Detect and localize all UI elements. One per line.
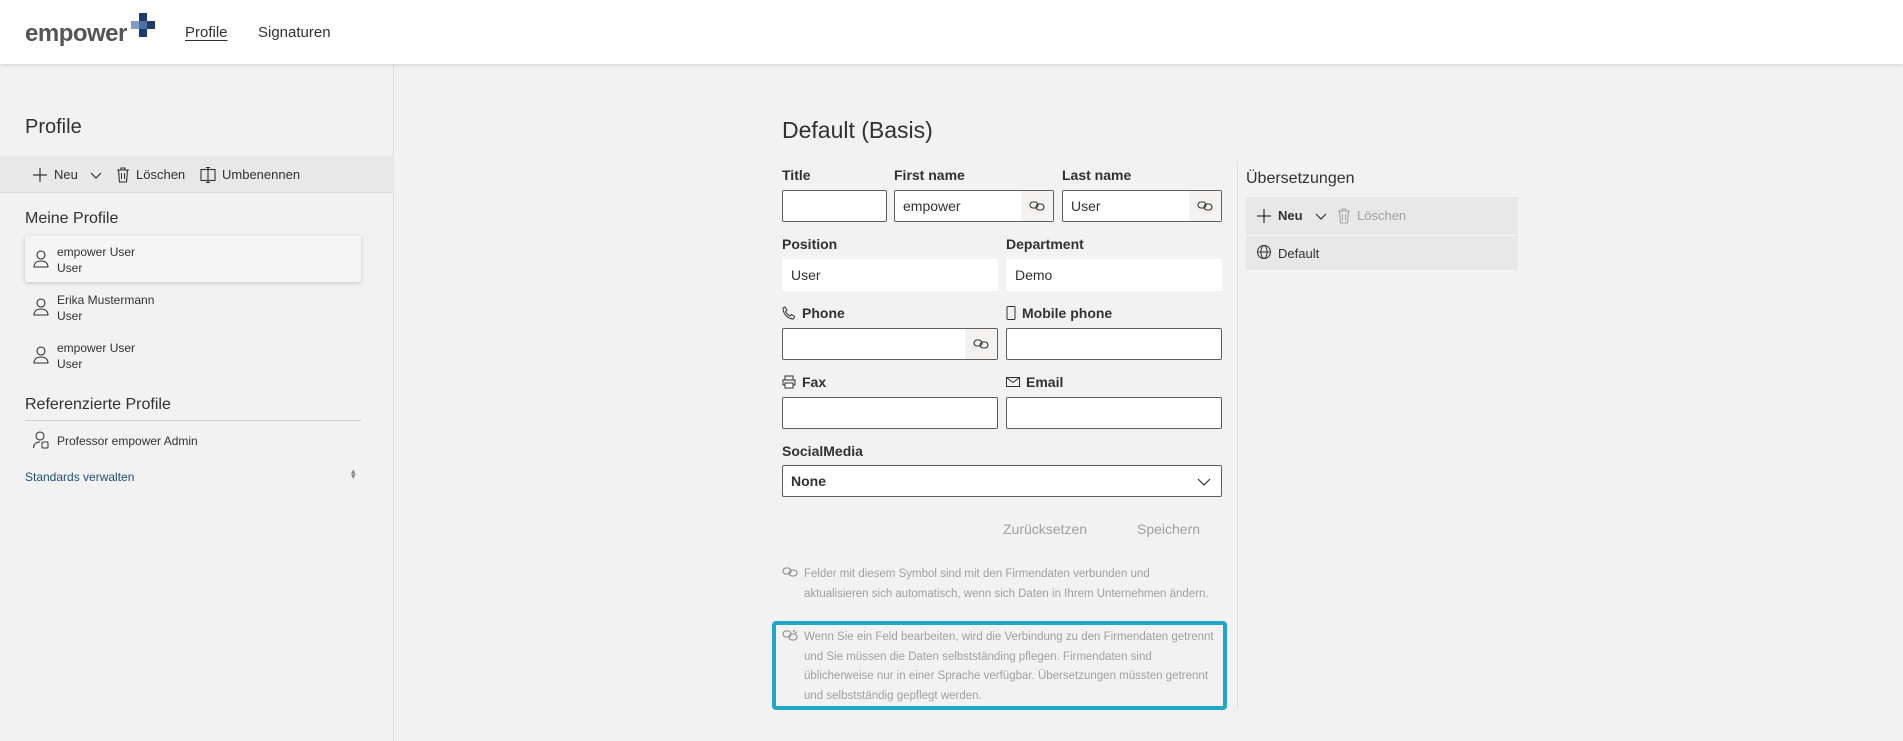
broken-link-icon (782, 629, 798, 641)
new-profile-button[interactable]: Neu (32, 156, 102, 193)
social-media-select[interactable]: None (782, 465, 1222, 497)
plus-icon (33, 167, 47, 182)
globe-icon (1257, 245, 1271, 259)
delete-translation-label: Löschen (1357, 208, 1407, 223)
email-field[interactable] (1006, 397, 1222, 429)
mobile-label-text: Mobile phone (1022, 305, 1113, 321)
position-label: Position (782, 236, 838, 252)
chevron-down-icon (90, 172, 102, 179)
new-label: Neu (54, 167, 78, 182)
person-icon (33, 298, 49, 316)
sort-toggle-icon[interactable]: ▴ ▾ (351, 467, 356, 481)
profile-role: User (57, 261, 83, 275)
referenced-profiles-heading: Referenzierte Profile (25, 396, 171, 413)
profile-item[interactable]: Erika Mustermann User (25, 284, 361, 330)
department-field[interactable]: Demo (1006, 259, 1222, 291)
phone-label-text: Phone (802, 305, 845, 321)
divider (1237, 161, 1238, 709)
profile-item[interactable]: empower User User (25, 236, 361, 282)
email-label-text: Email (1026, 374, 1064, 390)
profile-title: Default (Basis) (782, 117, 933, 143)
department-value: Demo (1015, 267, 1053, 283)
sidebar-title: Profile (25, 116, 82, 138)
mobile-field[interactable] (1006, 328, 1222, 360)
position-field[interactable]: User (782, 259, 998, 291)
reset-button[interactable]: Zurücksetzen (1003, 521, 1087, 537)
unlinked-fields-info: Wenn Sie ein Feld bearbeiten, wird die V… (804, 631, 1214, 702)
rename-label: Umbenennen (222, 167, 301, 182)
trash-icon (117, 166, 129, 183)
first-name-field[interactable]: empower (894, 190, 1054, 222)
position-value: User (791, 267, 821, 283)
chevron-down-icon (1197, 478, 1211, 486)
new-translation-label: Neu (1278, 208, 1303, 223)
nav-profile[interactable]: Profile (185, 24, 228, 41)
link-icon (973, 339, 989, 349)
delete-label: Löschen (136, 167, 186, 182)
last-name-field[interactable]: User (1062, 190, 1222, 222)
rename-profile-button[interactable]: Umbenennen (200, 156, 300, 193)
person-link-icon (33, 431, 49, 449)
profile-name: Professor empower Admin (57, 434, 198, 448)
referenced-profile-item[interactable]: Professor empower Admin (25, 422, 361, 458)
app-header: empower Profile Signaturen (0, 0, 1903, 64)
mail-icon (1006, 377, 1020, 387)
mobile-phone-icon (1006, 306, 1016, 320)
save-button[interactable]: Speichern (1137, 521, 1200, 537)
linked-data-button[interactable] (1021, 191, 1053, 221)
link-icon (782, 567, 798, 577)
profile-name: Erika Mustermann (57, 293, 155, 307)
first-name-label: First name (894, 167, 965, 183)
email-label: Email (1006, 374, 1063, 390)
social-media-label: SocialMedia (782, 443, 863, 459)
phone-icon (782, 306, 796, 320)
sidebar-toolbar: Neu Löschen Umbenennen (0, 156, 394, 193)
translations-title: Übersetzungen (1246, 170, 1355, 187)
last-name-value: User (1071, 198, 1101, 214)
profile-role: User (57, 357, 83, 371)
person-icon (33, 346, 49, 364)
linked-fields-info: Felder mit diesem Symbol sind mit den Fi… (804, 568, 1209, 600)
sidebar: Profile Neu Löschen Umbenennen Meine Pro… (0, 64, 394, 741)
phone-label: Phone (782, 305, 845, 321)
plus-icon (1257, 208, 1271, 223)
trash-icon (1338, 207, 1350, 224)
linked-data-button[interactable] (1189, 191, 1221, 221)
my-profiles-heading: Meine Profile (25, 210, 119, 227)
profile-item[interactable]: empower User User (25, 332, 361, 378)
department-label: Department (1006, 236, 1084, 252)
last-name-label: Last name (1062, 167, 1132, 183)
translation-item-default[interactable]: Default (1246, 236, 1518, 270)
title-field[interactable] (782, 190, 887, 222)
chevron-down-icon (1315, 213, 1326, 220)
linked-data-button[interactable] (965, 329, 997, 359)
delete-profile-button[interactable]: Löschen (116, 156, 185, 193)
manage-standards-link[interactable]: Standards verwalten (25, 470, 134, 484)
translations-toolbar: Neu Löschen (1246, 197, 1518, 234)
profile-name: empower User (57, 341, 136, 355)
person-icon (33, 250, 49, 268)
mobile-label: Mobile phone (1006, 305, 1112, 321)
fax-field[interactable] (782, 397, 998, 429)
profile-name: empower User (57, 245, 136, 259)
nav-signaturen[interactable]: Signaturen (258, 24, 331, 41)
logo-mark-icon (131, 13, 155, 37)
social-media-value: None (791, 473, 826, 489)
link-icon (1197, 201, 1213, 211)
title-label: Title (782, 167, 811, 183)
delete-translation-button[interactable]: Löschen (1337, 197, 1406, 234)
first-name-value: empower (903, 198, 961, 214)
fax-label: Fax (782, 374, 826, 390)
divider (25, 420, 361, 421)
link-icon (1029, 201, 1045, 211)
profile-role: User (57, 309, 83, 323)
printer-icon (782, 375, 796, 389)
new-translation-button[interactable]: Neu (1256, 197, 1327, 234)
translation-item-label: Default (1278, 246, 1320, 261)
fax-label-text: Fax (802, 374, 827, 390)
rename-icon (200, 166, 216, 183)
phone-field[interactable] (782, 328, 998, 360)
logo: empower (25, 20, 127, 47)
